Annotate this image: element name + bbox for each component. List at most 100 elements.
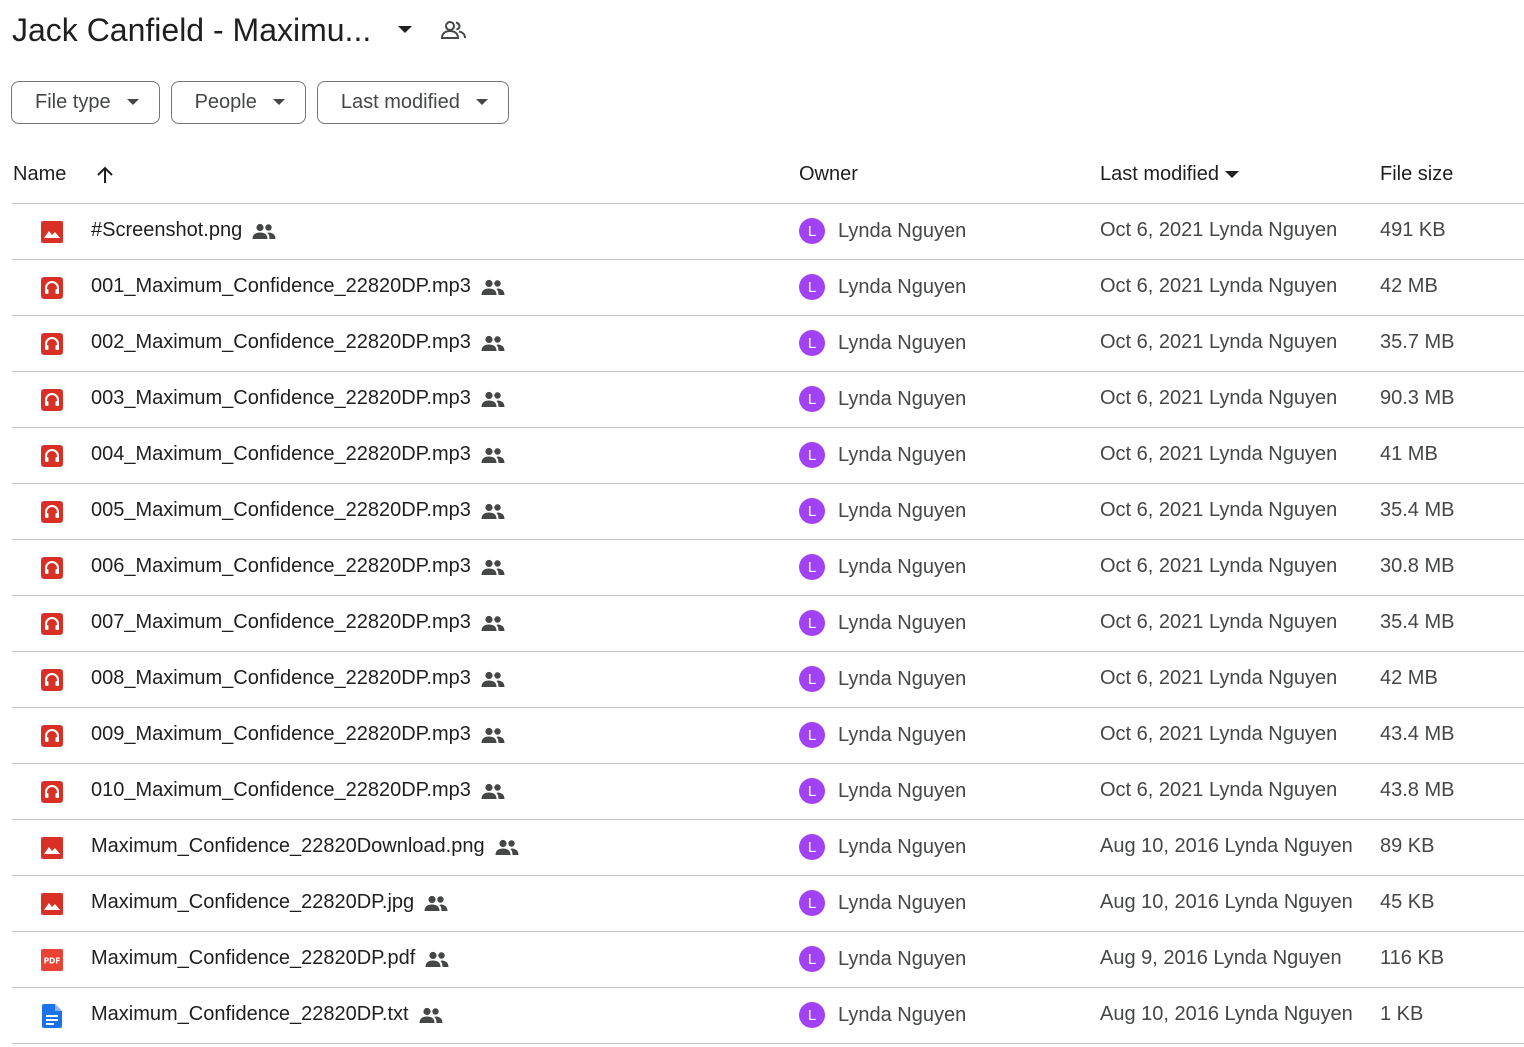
owner-cell: L Lynda Nguyen xyxy=(799,722,966,748)
last-modified-cell: Oct 6, 2021 Lynda Nguyen xyxy=(1100,555,1338,577)
filter-label: File type xyxy=(35,91,111,113)
table-row[interactable]: 006_Maximum_Confidence_22820DP.mp3 L Lynda… xyxy=(12,540,1524,596)
file-name-cell[interactable]: Maximum_Confidence_22820DP.pdf xyxy=(91,947,449,970)
last-modified-cell: Oct 6, 2021 Lynda Nguyen xyxy=(1100,219,1338,241)
avatar[interactable]: L xyxy=(799,498,825,524)
last-modified-filter[interactable]: Last modified xyxy=(316,81,509,124)
last-modified-cell: Aug 10, 2016 Lynda Nguyen xyxy=(1100,1003,1353,1025)
owner-cell: L Lynda Nguyen xyxy=(799,778,966,804)
audio-file-icon xyxy=(40,780,64,804)
file-size-cell: 35.4 MB xyxy=(1380,611,1455,633)
file-size-cell: 45 KB xyxy=(1380,891,1435,913)
file-name: 010_Maximum_Confidence_22820DP.mp3 xyxy=(91,779,471,801)
avatar[interactable]: L xyxy=(799,218,825,244)
arrow-drop-down-icon xyxy=(272,99,285,106)
avatar[interactable]: L xyxy=(799,442,825,468)
shared-people-icon xyxy=(481,671,505,687)
file-size-cell: 35.4 MB xyxy=(1380,499,1455,521)
file-name-cell[interactable]: 007_Maximum_Confidence_22820DP.mp3 xyxy=(91,611,505,634)
folder-title[interactable]: Jack Canfield - Maximu... xyxy=(12,12,371,49)
owner-cell: L Lynda Nguyen xyxy=(799,834,966,860)
file-name-cell[interactable]: 006_Maximum_Confidence_22820DP.mp3 xyxy=(91,555,505,578)
file-name: 004_Maximum_Confidence_22820DP.mp3 xyxy=(91,443,471,465)
avatar[interactable]: L xyxy=(799,834,825,860)
table-row[interactable]: 004_Maximum_Confidence_22820DP.mp3 L Lynda… xyxy=(12,428,1524,484)
table-row[interactable]: #Screenshot.png L Lynda Nguyen Oct 6, 2021 … xyxy=(12,204,1524,260)
avatar[interactable]: L xyxy=(799,274,825,300)
column-header-name[interactable]: Name xyxy=(13,163,114,186)
avatar[interactable]: L xyxy=(799,1002,825,1028)
owner-name: Lynda Nguyen xyxy=(838,331,967,354)
filter-label: Last modified xyxy=(340,91,460,113)
arrow-drop-down-icon[interactable] xyxy=(397,25,413,35)
avatar[interactable]: L xyxy=(799,722,825,748)
audio-file-icon xyxy=(40,388,64,412)
avatar[interactable]: L xyxy=(799,778,825,804)
audio-file-icon xyxy=(40,612,64,636)
avatar[interactable]: L xyxy=(799,946,825,972)
file-name-cell[interactable]: 003_Maximum_Confidence_22820DP.mp3 xyxy=(91,387,505,410)
table-row[interactable]: 002_Maximum_Confidence_22820DP.mp3 L Lynda… xyxy=(12,316,1524,372)
table-row[interactable]: PDF Maximum_Confidence_22820DP.pdf L Lynda … xyxy=(12,932,1524,988)
file-name-cell[interactable]: 010_Maximum_Confidence_22820DP.mp3 xyxy=(91,779,505,802)
owner-name: Lynda Nguyen xyxy=(838,443,967,466)
arrow-upward-icon[interactable] xyxy=(96,166,114,184)
shared-people-icon xyxy=(252,223,276,239)
table-row[interactable]: 009_Maximum_Confidence_22820DP.mp3 L Lynda… xyxy=(12,708,1524,764)
avatar[interactable]: L xyxy=(799,666,825,692)
table-row[interactable]: 003_Maximum_Confidence_22820DP.mp3 L Lynda… xyxy=(12,372,1524,428)
file-name: 006_Maximum_Confidence_22820DP.mp3 xyxy=(91,555,471,577)
owner-name: Lynda Nguyen xyxy=(838,499,967,522)
shared-people-icon xyxy=(425,951,449,967)
column-header-owner[interactable]: Owner xyxy=(799,163,858,186)
file-name-cell[interactable]: 001_Maximum_Confidence_22820DP.mp3 xyxy=(91,275,505,298)
avatar[interactable]: L xyxy=(799,554,825,580)
file-name-cell[interactable]: 008_Maximum_Confidence_22820DP.mp3 xyxy=(91,667,505,690)
column-header-file-size[interactable]: File size xyxy=(1380,163,1453,186)
file-name-cell[interactable]: Maximum_Confidence_22820Download.png xyxy=(91,835,519,858)
file-type-filter[interactable]: File type xyxy=(11,81,160,124)
avatar[interactable]: L xyxy=(799,330,825,356)
avatar[interactable]: L xyxy=(799,890,825,916)
avatar[interactable]: L xyxy=(799,386,825,412)
table-row[interactable]: Maximum_Confidence_22820DP.jpg L Lynda Ngu… xyxy=(12,876,1524,932)
file-name-cell[interactable]: Maximum_Confidence_22820DP.jpg xyxy=(91,891,448,914)
table-row[interactable]: 005_Maximum_Confidence_22820DP.mp3 L Lynda… xyxy=(12,484,1524,540)
shared-people-icon xyxy=(481,391,505,407)
owner-name: Lynda Nguyen xyxy=(838,611,967,634)
file-name: 005_Maximum_Confidence_22820DP.mp3 xyxy=(91,499,471,521)
file-list: Name Owner Last modified File size #Scre… xyxy=(12,148,1524,1044)
table-row[interactable]: 008_Maximum_Confidence_22820DP.mp3 L Lynda… xyxy=(12,652,1524,708)
table-row[interactable]: Maximum_Confidence_22820Download.png L Lyn… xyxy=(12,820,1524,876)
file-name-cell[interactable]: 002_Maximum_Confidence_22820DP.mp3 xyxy=(91,331,505,354)
table-row[interactable]: 001_Maximum_Confidence_22820DP.mp3 L Lynda… xyxy=(12,260,1524,316)
shared-people-icon xyxy=(481,727,505,743)
shared-people-icon xyxy=(481,559,505,575)
table-row[interactable]: 007_Maximum_Confidence_22820DP.mp3 L Lynda… xyxy=(12,596,1524,652)
file-name-cell[interactable]: 004_Maximum_Confidence_22820DP.mp3 xyxy=(91,443,505,466)
file-size-cell: 41 MB xyxy=(1380,443,1438,465)
shared-people-icon xyxy=(419,1007,443,1023)
last-modified-cell: Oct 6, 2021 Lynda Nguyen xyxy=(1100,387,1338,409)
owner-cell: L Lynda Nguyen xyxy=(799,330,966,356)
avatar[interactable]: L xyxy=(799,610,825,636)
arrow-drop-down-icon xyxy=(126,99,139,106)
last-modified-cell: Aug 10, 2016 Lynda Nguyen xyxy=(1100,891,1353,913)
file-name-cell[interactable]: Maximum_Confidence_22820DP.txt xyxy=(91,1003,443,1026)
table-row[interactable]: 010_Maximum_Confidence_22820DP.mp3 L Lynda… xyxy=(12,764,1524,820)
file-name: Maximum_Confidence_22820DP.pdf xyxy=(91,947,416,969)
last-modified-cell: Oct 6, 2021 Lynda Nguyen xyxy=(1100,779,1338,801)
column-header-last-modified[interactable]: Last modified xyxy=(1100,163,1239,186)
file-name-cell[interactable]: #Screenshot.png xyxy=(91,219,276,242)
filter-label: People xyxy=(194,91,257,113)
table-row[interactable]: Maximum_Confidence_22820DP.txt L Lynda Ngu… xyxy=(12,988,1524,1044)
file-size-cell: 43.4 MB xyxy=(1380,723,1455,745)
people-filter[interactable]: People xyxy=(170,81,306,124)
owner-cell: L Lynda Nguyen xyxy=(799,554,966,580)
file-name: 008_Maximum_Confidence_22820DP.mp3 xyxy=(91,667,471,689)
shared-people-icon xyxy=(481,503,505,519)
file-name-cell[interactable]: 009_Maximum_Confidence_22820DP.mp3 xyxy=(91,723,505,746)
file-size-cell: 30.8 MB xyxy=(1380,555,1455,577)
owner-name: Lynda Nguyen xyxy=(838,387,967,410)
file-name-cell[interactable]: 005_Maximum_Confidence_22820DP.mp3 xyxy=(91,499,505,522)
